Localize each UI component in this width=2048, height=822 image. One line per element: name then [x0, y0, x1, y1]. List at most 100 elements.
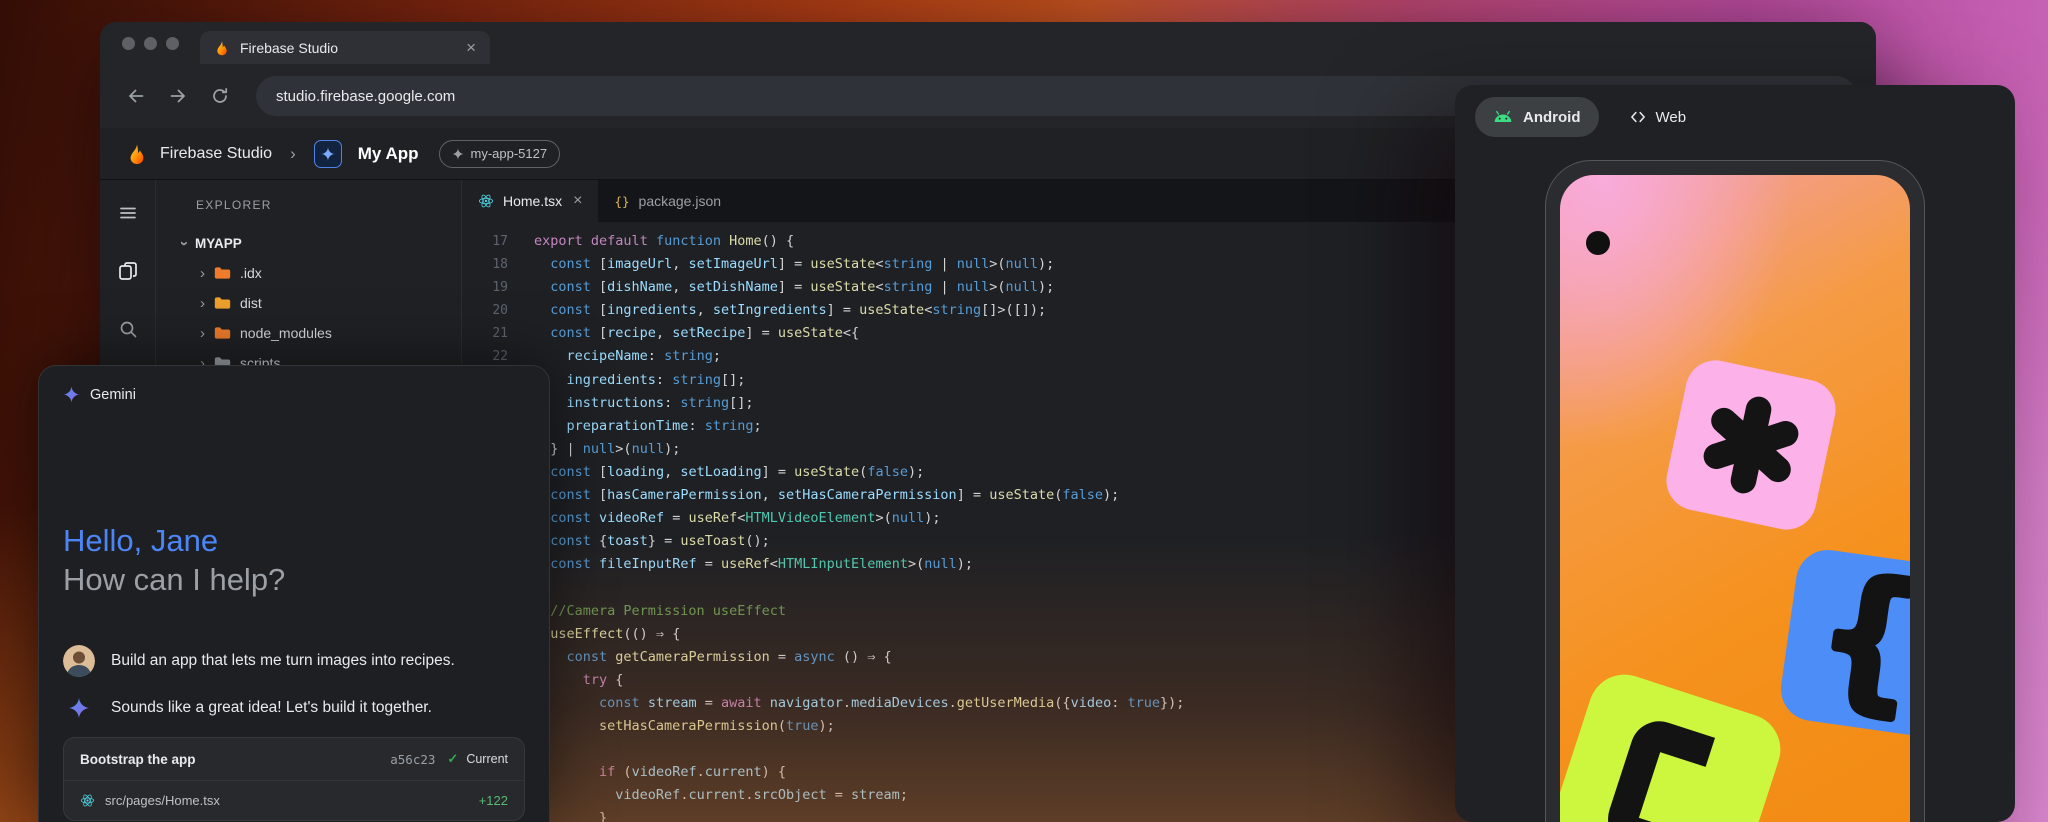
tab-web[interactable]: Web — [1629, 109, 1687, 126]
tree-item-node-modules[interactable]: › node_modules — [156, 318, 461, 348]
line-number: 19 — [462, 276, 508, 299]
device-tabs: Android Web — [1455, 85, 2015, 137]
spark-icon — [321, 147, 335, 161]
tree-item-label: .idx — [240, 265, 262, 281]
camera-punch-hole — [1586, 231, 1610, 255]
code-line — [534, 576, 1184, 599]
file-path: src/pages/Home.tsx — [105, 793, 469, 808]
hamburger-icon — [118, 203, 138, 223]
back-button[interactable] — [118, 78, 154, 114]
tree-item--idx[interactable]: › .idx — [156, 258, 461, 288]
code-line: const [imageUrl, setImageUrl] = useState… — [534, 253, 1184, 276]
curly-brace-icon: { — [1798, 550, 1910, 736]
gemini-greeting: Hello, Jane How can I help? — [63, 521, 525, 599]
gemini-header: Gemini — [63, 386, 525, 403]
firebase-logo-icon — [126, 143, 148, 165]
menu-button[interactable] — [117, 202, 139, 224]
greeting-line-2: How can I help? — [63, 560, 525, 599]
editor-tab-package-json[interactable]: {} package.json — [598, 180, 737, 222]
tree-item-dist[interactable]: ›dist — [156, 288, 461, 318]
window-close-button[interactable] — [122, 37, 135, 50]
gemini-panel: Gemini Hello, Jane How can I help? Build… — [38, 365, 550, 822]
android-robot-icon — [1493, 110, 1513, 124]
react-icon — [80, 793, 95, 808]
code-line: preparationTime: string; — [534, 415, 1184, 438]
code-line: instructions: string[]; — [534, 392, 1184, 415]
line-number: 17 — [462, 230, 508, 253]
user-message-text: Build an app that lets me turn images in… — [111, 652, 455, 670]
user-avatar — [63, 645, 95, 677]
folder-icon — [214, 326, 231, 340]
code-line: export default function Home() { — [534, 230, 1184, 253]
chevron-right-icon: › — [200, 326, 205, 341]
app-name: My App — [358, 144, 419, 164]
check-icon: ✓ — [447, 751, 458, 767]
app-id-text: my-app-5127 — [471, 146, 548, 161]
code-line: setHasCameraPermission(true); — [534, 715, 1184, 738]
editor-tab-label: package.json — [639, 193, 722, 209]
app-icon — [314, 140, 342, 168]
explorer-button[interactable] — [117, 260, 139, 282]
editor-tab-home-tsx[interactable]: Home.tsx × — [462, 180, 598, 222]
forward-button[interactable] — [160, 78, 196, 114]
file-tree-items: ›.idx›dist›node_modules›scripts — [156, 258, 461, 378]
code-line: const getCameraPermission = async () ⇒ { — [534, 646, 1184, 669]
editor-tab-label: Home.tsx — [503, 193, 562, 209]
asterisk-icon — [1681, 375, 1821, 515]
code-line: const videoRef = useRef<HTMLVideoElement… — [534, 507, 1184, 530]
code-line: recipeName: string; — [534, 345, 1184, 368]
code-line: const [dishName, setDishName] = useState… — [534, 276, 1184, 299]
code-line: const [hasCameraPermission, setHasCamera… — [534, 484, 1184, 507]
browser-tab[interactable]: Firebase Studio × — [200, 31, 490, 64]
svg-text:{: { — [1813, 550, 1910, 731]
web-tab-label: Web — [1656, 109, 1687, 126]
gemini-title: Gemini — [90, 387, 136, 403]
line-number: 21 — [462, 322, 508, 345]
window-minimize-button[interactable] — [144, 37, 157, 50]
breadcrumb-chevron-icon: › — [290, 144, 296, 164]
chevron-right-icon: › — [200, 266, 205, 281]
code-line: ingredients: string[]; — [534, 369, 1184, 392]
code-line: try { — [534, 669, 1184, 692]
greeting-line-1: Hello, Jane — [63, 521, 525, 560]
assistant-message-text: Sounds like a great idea! Let's build it… — [111, 699, 432, 717]
code-line: const stream = await navigator.mediaDevi… — [534, 692, 1184, 715]
code-line: videoRef.current.srcObject = stream; — [534, 784, 1184, 807]
braces-icon: {} — [614, 194, 629, 209]
tab-close-icon[interactable]: × — [466, 39, 476, 56]
code-line: if (videoRef.current) { — [534, 761, 1184, 784]
task-card-header-row[interactable]: Bootstrap the app a56c23 ✓ Current — [64, 738, 524, 780]
task-title: Bootstrap the app — [80, 752, 382, 767]
tab-android[interactable]: Android — [1475, 97, 1599, 137]
blue-brace-tile: { — [1777, 546, 1910, 740]
phone-mockup: { — [1545, 160, 1925, 822]
forward-arrow-icon — [168, 86, 188, 106]
code-line: } — [534, 807, 1184, 822]
code-line: const [recipe, setRecipe] = useState<{ — [534, 322, 1184, 345]
search-icon — [117, 318, 139, 340]
chevron-down-icon: › — [177, 241, 192, 246]
chevron-right-icon: › — [200, 296, 205, 311]
tab-title: Firebase Studio — [240, 40, 338, 56]
react-icon — [478, 193, 494, 209]
tree-root-label: MYAPP — [195, 236, 242, 251]
code-line: const [ingredients, setIngredients] = us… — [534, 299, 1184, 322]
avatar-photo — [63, 645, 95, 677]
window-zoom-button[interactable] — [166, 37, 179, 50]
code-line: const [loading, setLoading] = useState(f… — [534, 461, 1184, 484]
product-name: Firebase Studio — [160, 145, 272, 163]
app-id-badge[interactable]: my-app-5127 — [439, 140, 561, 168]
code-brackets-icon — [1629, 110, 1647, 124]
explorer-title: EXPLORER — [196, 198, 461, 212]
tab-close-icon[interactable]: × — [573, 192, 582, 210]
task-card-file-row[interactable]: src/pages/Home.tsx +122 — [64, 780, 524, 820]
gemini-sparkle-icon — [63, 386, 80, 403]
reload-button[interactable] — [202, 78, 238, 114]
tree-item-label: node_modules — [240, 325, 332, 341]
tree-root-myapp[interactable]: › MYAPP — [156, 228, 461, 258]
square-bracket-icon — [1591, 710, 1738, 822]
search-button[interactable] — [117, 318, 139, 340]
line-number: 20 — [462, 299, 508, 322]
gemini-sparkle-icon — [68, 697, 90, 719]
user-message-row: Build an app that lets me turn images in… — [63, 645, 525, 677]
